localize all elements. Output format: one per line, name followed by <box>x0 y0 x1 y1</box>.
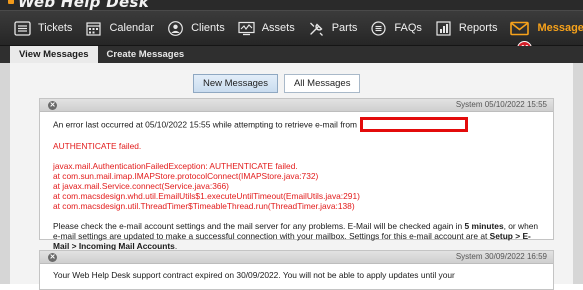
messages-icon: 11 <box>510 21 533 56</box>
all-messages-button[interactable]: All Messages <box>283 74 361 93</box>
redacted-email-box <box>359 117 468 132</box>
nav-item-faqs[interactable]: FAQs <box>370 10 422 46</box>
faqs-icon <box>370 20 387 36</box>
stack-trace-line: at javax.mail.Service.connect(Service.ja… <box>53 181 229 191</box>
nav-label-faqs: FAQs <box>394 22 422 34</box>
nav-label-reports: Reports <box>458 22 498 34</box>
dismiss-message-icon[interactable]: ✕ <box>48 101 57 110</box>
message-intro: Your Web Help Desk support contract expi… <box>53 270 455 280</box>
stack-trace-line: at com.macsdesign.whd.util.EmailUtils$1.… <box>53 191 360 201</box>
nav-label-assets: Assets <box>261 22 295 34</box>
nav-item-assets[interactable]: Assets <box>238 10 295 46</box>
assets-icon <box>238 21 255 36</box>
message-body: An error last occurred at 05/10/2022 15:… <box>40 112 553 251</box>
message-header: ✕ System 30/09/2022 16:59 <box>40 251 553 264</box>
message-meta: System 05/10/2022 15:55 <box>455 100 547 109</box>
message-meta: System 30/09/2022 16:59 <box>455 252 547 261</box>
brand-name: Web Help Desk <box>18 0 149 10</box>
message-intro: An error last occurred at 05/10/2022 15:… <box>53 119 357 130</box>
parts-icon <box>308 21 325 36</box>
stack-trace-line: javax.mail.AuthenticationFailedException… <box>53 161 298 171</box>
tab-view-messages[interactable]: View Messages <box>10 46 98 63</box>
sub-navigation: View Messages Create Messages <box>0 46 583 63</box>
clients-icon <box>167 20 184 36</box>
message-filter-toggle: New Messages All Messages <box>193 74 361 93</box>
nav-item-parts[interactable]: Parts <box>308 10 358 46</box>
stack-trace-line: at com.sun.mail.imap.IMAPStore.protocolC… <box>53 171 319 181</box>
message-body: Your Web Help Desk support contract expi… <box>40 264 553 280</box>
messages-panel: New Messages All Messages ✕ System 05/10… <box>10 63 573 290</box>
nav-label-parts: Parts <box>331 22 358 34</box>
main-navbar: Tickets Calendar Clients Assets Parts FA… <box>0 10 583 56</box>
calendar-icon <box>85 21 102 36</box>
nav-item-reports[interactable]: Reports <box>435 10 498 46</box>
message-advice: Please check the e-mail account settings… <box>53 221 539 251</box>
tab-create-messages[interactable]: Create Messages <box>98 46 194 63</box>
nav-label-calendar: Calendar <box>109 22 155 34</box>
nav-item-messages[interactable]: 11 Messages <box>510 10 583 56</box>
brand-header: Web Help Desk <box>0 0 583 10</box>
brand-logo-icon <box>8 0 14 4</box>
stack-trace-line: at com.macsdesign.util.ThreadTimer$Timea… <box>53 201 355 211</box>
nav-label-tickets: Tickets <box>38 22 73 34</box>
nav-item-clients[interactable]: Clients <box>167 10 225 46</box>
nav-label-messages: Messages <box>537 22 583 34</box>
nav-label-clients: Clients <box>191 22 225 34</box>
nav-item-calendar[interactable]: Calendar <box>85 10 154 46</box>
dismiss-message-icon[interactable]: ✕ <box>48 253 57 262</box>
error-title: AUTHENTICATE failed. <box>53 141 142 151</box>
message-card: ✕ System 30/09/2022 16:59 Your Web Help … <box>39 250 554 290</box>
tickets-icon <box>14 20 31 36</box>
content-area: New Messages All Messages ✕ System 05/10… <box>0 63 583 290</box>
reports-icon <box>435 20 452 36</box>
message-header: ✕ System 05/10/2022 15:55 <box>40 99 553 112</box>
nav-item-tickets[interactable]: Tickets <box>14 10 72 46</box>
new-messages-button[interactable]: New Messages <box>193 74 278 93</box>
message-card: ✕ System 05/10/2022 15:55 An error last … <box>39 98 554 251</box>
